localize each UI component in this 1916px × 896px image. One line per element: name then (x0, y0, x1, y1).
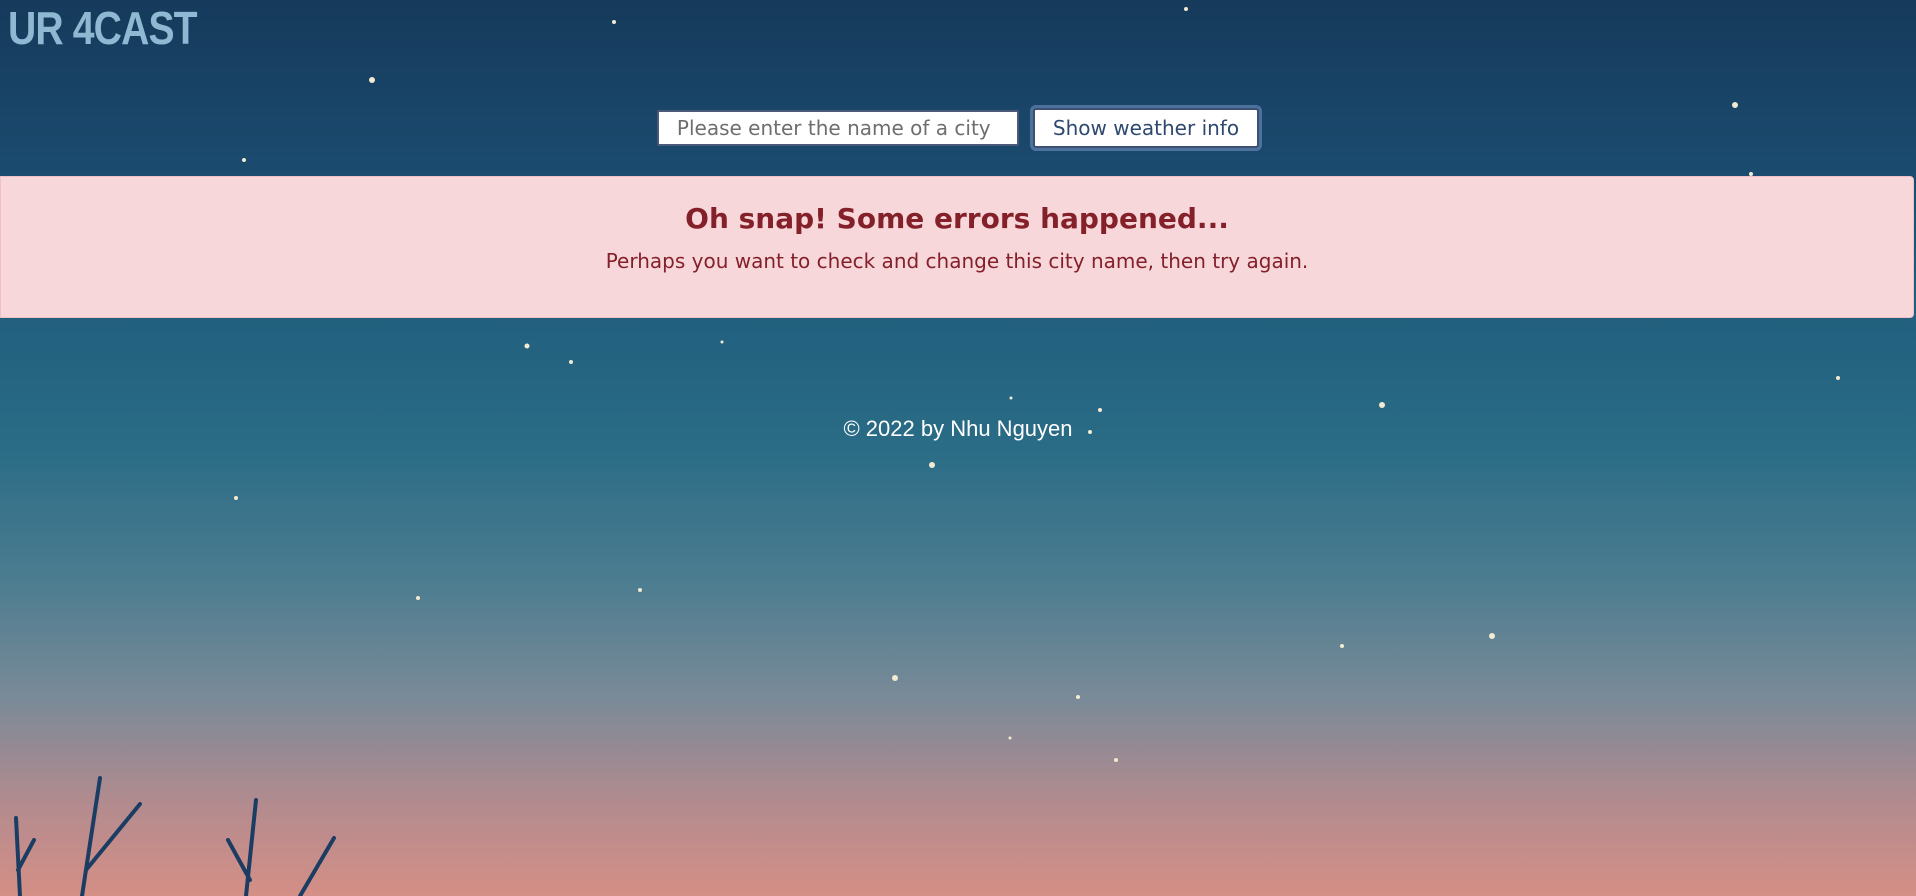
error-alert: Oh snap! Some errors happened... Perhaps… (0, 176, 1914, 318)
show-weather-button[interactable]: Show weather info (1032, 108, 1260, 148)
search-bar: Show weather info (0, 108, 1916, 148)
tree-branches (14, 776, 336, 896)
error-alert-message: Perhaps you want to check and change thi… (605, 249, 1309, 273)
error-alert-title: Oh snap! Some errors happened... (685, 202, 1229, 235)
footer-copyright: © 2022 by Nhu Nguyen (843, 416, 1073, 441)
app-logo[interactable]: UR 4CAST (8, 0, 198, 56)
city-search-input[interactable] (656, 110, 1019, 146)
